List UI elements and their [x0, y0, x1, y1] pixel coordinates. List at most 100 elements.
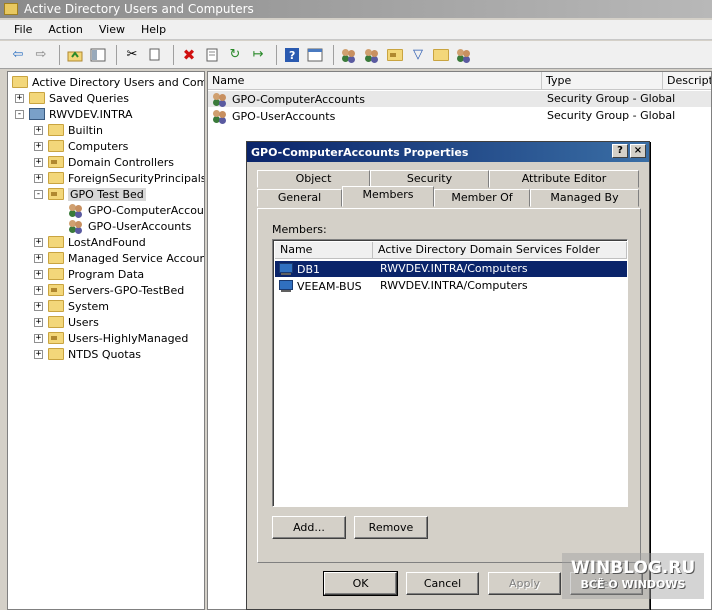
filter-icon[interactable]: ▽ [408, 45, 428, 65]
tab-members[interactable]: Members [342, 186, 434, 207]
help-icon[interactable]: ? [282, 45, 302, 65]
apply-button[interactable]: Apply [488, 572, 561, 595]
menu-action[interactable]: Action [40, 23, 90, 36]
dialog-close-button[interactable]: × [630, 144, 646, 158]
ou-icon [48, 332, 64, 344]
collapse-icon[interactable]: - [34, 189, 43, 199]
dialog-title-bar[interactable]: GPO-ComputerAccounts Properties ? × [247, 142, 649, 162]
folder-icon [48, 300, 64, 312]
new-user-icon[interactable] [339, 45, 359, 65]
member-name: VEEAM-BUS [297, 279, 362, 293]
copy-icon[interactable] [145, 45, 165, 65]
tree-item-domain[interactable]: - RWVDEV.INTRA [15, 106, 133, 122]
folder-icon [48, 348, 64, 360]
add-button[interactable]: Add... [272, 516, 346, 539]
expand-icon[interactable]: + [34, 141, 43, 151]
expand-icon[interactable]: + [34, 125, 43, 135]
tree-item-ntds-quotas[interactable]: + NTDS Quotas [34, 346, 141, 362]
menu-view[interactable]: View [91, 23, 133, 36]
tree-item-users[interactable]: + Users [34, 314, 99, 330]
list-row[interactable]: GPO-ComputerAccounts Security Group - Gl… [208, 91, 711, 107]
tree-item-managed-service-accounts[interactable]: + Managed Service Accounts [34, 250, 204, 266]
expand-icon[interactable]: + [34, 349, 43, 359]
tree-item-lost-and-found[interactable]: + LostAndFound [34, 234, 146, 250]
ok-button[interactable]: OK [323, 571, 398, 596]
member-row[interactable]: VEEAM-BUS RWVDEV.INTRA/Computers [275, 278, 627, 294]
expand-icon[interactable]: + [34, 269, 43, 279]
column-header-member-name[interactable]: Name [275, 242, 373, 259]
expand-icon[interactable]: + [34, 253, 43, 263]
expand-icon[interactable]: + [34, 285, 43, 295]
folder-icon [48, 316, 64, 328]
expand-icon[interactable]: + [34, 173, 43, 183]
cut-icon[interactable]: ✂ [122, 45, 142, 65]
menu-help[interactable]: Help [133, 23, 174, 36]
group-icon [68, 203, 84, 217]
new-ou-icon[interactable] [385, 45, 405, 65]
expand-icon[interactable]: + [15, 93, 24, 103]
expand-icon[interactable]: + [34, 237, 43, 247]
dialog-help-button[interactable]: ? [612, 144, 628, 158]
expand-icon[interactable]: + [34, 333, 43, 343]
tree-item-servers-gpo-testbed[interactable]: + Servers-GPO-TestBed [34, 282, 184, 298]
tab-member-of[interactable]: Member Of [434, 189, 530, 207]
tab-managed-by[interactable]: Managed By [530, 189, 639, 207]
tree-item-domain-controllers[interactable]: + Domain Controllers [34, 154, 174, 170]
delete-icon[interactable]: ✖ [179, 45, 199, 65]
column-header-description[interactable]: Descriptio [663, 72, 711, 90]
tree-item-gpo-test-bed[interactable]: - GPO Test Bed [34, 186, 146, 202]
folder-icon [29, 92, 45, 104]
mmc-icon[interactable] [305, 45, 325, 65]
up-folder-icon[interactable] [65, 45, 85, 65]
column-header-member-folder[interactable]: Active Directory Domain Services Folder [373, 242, 627, 259]
tree-item-builtin[interactable]: + Builtin [34, 122, 103, 138]
member-row[interactable]: DB1 RWVDEV.INTRA/Computers [275, 261, 627, 277]
column-header-type[interactable]: Type [542, 72, 663, 90]
tree-root[interactable]: Active Directory Users and Comput [12, 74, 204, 90]
tree-item-label: Servers-GPO-TestBed [68, 283, 185, 297]
console-tree[interactable]: Active Directory Users and Comput + Save… [7, 71, 205, 610]
list-cell-name: GPO-UserAccounts [212, 108, 335, 124]
toolbar-separator [173, 44, 174, 65]
expand-icon[interactable]: + [34, 301, 43, 311]
menu-file[interactable]: File [6, 23, 40, 36]
tree-item-label: System [68, 299, 110, 313]
refresh-icon[interactable]: ↻ [225, 45, 245, 65]
ou-icon [48, 188, 64, 200]
group-icon [212, 109, 228, 123]
cancel-button[interactable]: Cancel [406, 572, 479, 595]
tree-item-foreign-security-principals[interactable]: + ForeignSecurityPrincipals [34, 170, 205, 186]
members-list[interactable]: Name Active Directory Domain Services Fo… [272, 239, 628, 507]
menu-bar: File Action View Help [0, 20, 712, 40]
show-tree-icon[interactable] [88, 45, 108, 65]
group-icon [212, 92, 228, 106]
tree-item-gpo-computer-accounts[interactable]: GPO-ComputerAccount [68, 202, 204, 218]
tree-item-program-data[interactable]: + Program Data [34, 266, 144, 282]
tree-item-gpo-user-accounts[interactable]: GPO-UserAccounts [68, 218, 191, 234]
tab-general[interactable]: General [257, 189, 342, 207]
expand-icon[interactable]: + [34, 317, 43, 327]
tree-item-system[interactable]: + System [34, 298, 109, 314]
member-folder: RWVDEV.INTRA/Computers [380, 262, 528, 275]
list-name-text: GPO-ComputerAccounts [232, 92, 365, 106]
expand-icon[interactable]: + [34, 157, 43, 167]
tab-attribute-editor[interactable]: Attribute Editor [489, 170, 639, 188]
column-header-name[interactable]: Name [208, 72, 542, 90]
member-name: DB1 [297, 262, 321, 276]
properties-icon[interactable] [202, 45, 222, 65]
back-icon[interactable]: ⇦ [8, 45, 28, 65]
tree-item-users-highly-managed[interactable]: + Users-HighlyManaged [34, 330, 188, 346]
list-row[interactable]: GPO-UserAccounts Security Group - Global [208, 108, 711, 124]
new-group-icon[interactable] [362, 45, 382, 65]
remove-button[interactable]: Remove [354, 516, 428, 539]
forward-icon[interactable]: ⇨ [31, 45, 51, 65]
tree-item-saved-queries[interactable]: + Saved Queries [15, 90, 129, 106]
tree-item-label: ForeignSecurityPrincipals [68, 171, 205, 185]
window-title-bar[interactable]: Active Directory Users and Computers [0, 0, 712, 18]
toolbar: ⇦ ⇨ ✂ ✖ ↻ ↦ ? ▽ [0, 41, 712, 69]
tree-item-computers[interactable]: + Computers [34, 138, 128, 154]
export-icon[interactable]: ↦ [248, 45, 268, 65]
collapse-icon[interactable]: - [15, 109, 24, 119]
add-to-group-icon[interactable] [454, 45, 474, 65]
find-icon[interactable] [431, 45, 451, 65]
